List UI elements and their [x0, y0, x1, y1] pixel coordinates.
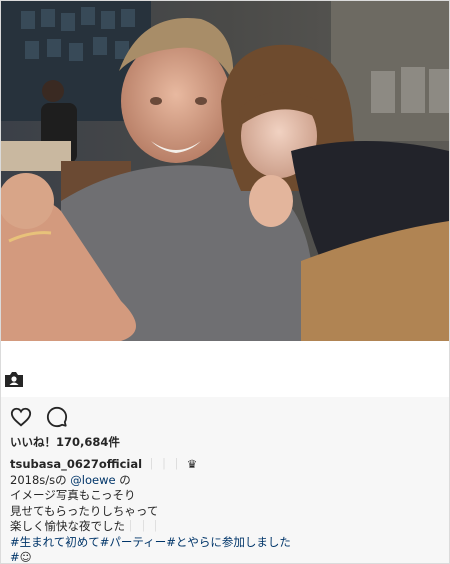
caption-line-1-post: の	[115, 472, 131, 487]
instagram-post: いいね！170,684件 tsubasa_0627official ｜｜｜ ♛ …	[0, 0, 450, 564]
caption-line-3: 見せてもらったりしちゃって	[10, 503, 159, 518]
likes-count[interactable]: いいね！170,684件	[10, 434, 120, 450]
caption-line-1-pre: 2018s/sの	[10, 472, 71, 487]
post-photo[interactable]	[1, 1, 449, 341]
likes-number: 170,684件	[56, 435, 120, 449]
person-tag-icon[interactable]	[3, 369, 25, 389]
caption-line-2: イメージ写真もこっそり	[10, 488, 136, 502]
caption-line-4: 楽しく愉快な夜でした	[10, 519, 125, 533]
hashtag-last[interactable]: #	[10, 550, 20, 563]
username-suffix: ｜｜｜	[145, 457, 184, 471]
action-icons	[10, 406, 68, 430]
caption-line-4-suffix: ｜｜｜	[125, 519, 163, 533]
heart-icon[interactable]	[10, 406, 32, 428]
hashtag-line[interactable]: #生まれて初めて#パーティー#とやらに参加しました	[10, 535, 440, 551]
mention-link[interactable]: @loewe	[70, 473, 115, 487]
smile-emoji-icon: ☺	[19, 550, 32, 564]
username-link[interactable]: tsubasa_0627official	[10, 457, 142, 471]
likes-label: いいね！	[10, 435, 56, 449]
comment-bubble-icon[interactable]	[46, 406, 68, 428]
post-actions-area: いいね！170,684件 tsubasa_0627official ｜｜｜ ♛ …	[1, 397, 449, 563]
crown-emoji-icon: ♛	[186, 457, 198, 471]
caption: tsubasa_0627official ｜｜｜ ♛ 2018s/sの @loe…	[10, 457, 440, 564]
